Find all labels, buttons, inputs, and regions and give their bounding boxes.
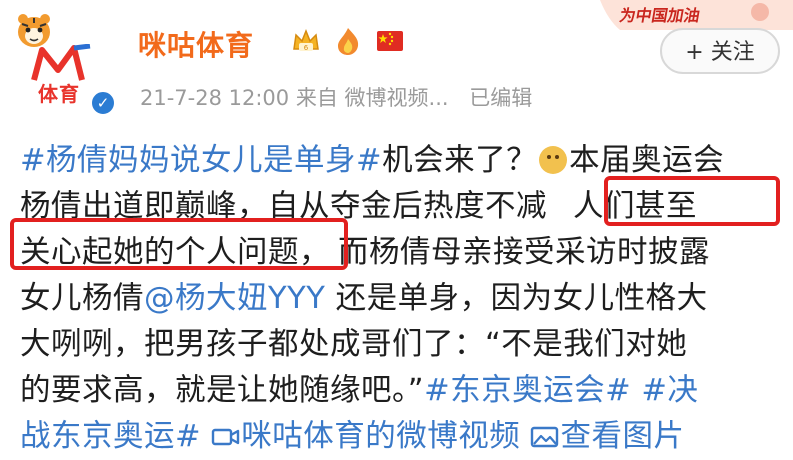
post-text: 本届奥运会 [569, 143, 725, 178]
post-text: 的要求高，就是让她随缘吧。” [20, 373, 425, 408]
hashtag-link[interactable]: 战东京奥运# [20, 419, 201, 454]
avatar-label: 体育 [38, 82, 80, 106]
video-link-label: 咪咕体育的微博视频 [241, 419, 521, 454]
video-link[interactable]: 咪咕体育的微博视频 [211, 419, 520, 454]
avatar[interactable]: 体育 ✓ [8, 10, 120, 116]
hashtag-link[interactable]: #东京奥运会# #决 [424, 373, 698, 408]
badge-row: 6 [290, 24, 406, 58]
image-link[interactable]: 查看图片 [530, 419, 684, 454]
banner-text: 为中国加油 [618, 6, 702, 25]
hashtag-link[interactable]: #杨倩妈妈说女儿是单身# [20, 143, 382, 178]
post-line: 女儿杨倩@杨大妞YYY 还是单身，因为女儿性格大 [20, 276, 780, 322]
flame-icon[interactable] [332, 25, 364, 57]
post-text: 还是单身，因为女儿性格大 [325, 281, 708, 316]
edited-label[interactable]: 已编辑 [469, 86, 532, 110]
doge-emoji-icon [539, 146, 568, 174]
china-flag-icon[interactable] [374, 25, 406, 57]
crown-vip-icon[interactable]: 6 [290, 25, 322, 57]
highlight-box [10, 218, 348, 270]
post-line: 战东京奥运# 咪咕体育的微博视频 查看图片 [20, 414, 780, 460]
post-timestamp[interactable]: 21-7-28 12:00 [140, 86, 289, 110]
post-text: 机会来了？ [382, 143, 538, 178]
verified-badge-icon: ✓ [90, 90, 116, 116]
source-prefix: 来自 [295, 86, 338, 110]
source-link[interactable]: 微博视频... [345, 86, 449, 110]
video-camera-icon [212, 428, 240, 446]
svg-text:6: 6 [304, 44, 309, 52]
post-text: 女儿杨倩 [20, 281, 144, 316]
highlight-box [604, 176, 780, 226]
post-text: 大咧咧，把男孩子都处成哥们了：“不是我们对她 [20, 327, 688, 362]
post-line: 大咧咧，把男孩子都处成哥们了：“不是我们对她 [20, 322, 780, 368]
image-icon [531, 426, 559, 448]
campaign-banner: 为中国加油 [600, 0, 793, 30]
post-meta: 21-7-28 12:00 来自 微博视频... 已编辑 [140, 82, 532, 112]
post-line: 的要求高，就是让她随缘吧。”#东京奥运会# #决 [20, 368, 780, 414]
post-text: 而杨倩母亲接受采访时披露 [338, 235, 710, 270]
follow-button[interactable]: + 关注 [660, 28, 780, 74]
image-link-label: 查看图片 [560, 419, 685, 454]
mention-link[interactable]: @杨大妞YYY [144, 281, 325, 316]
username[interactable]: 咪咕体育 [138, 24, 254, 64]
